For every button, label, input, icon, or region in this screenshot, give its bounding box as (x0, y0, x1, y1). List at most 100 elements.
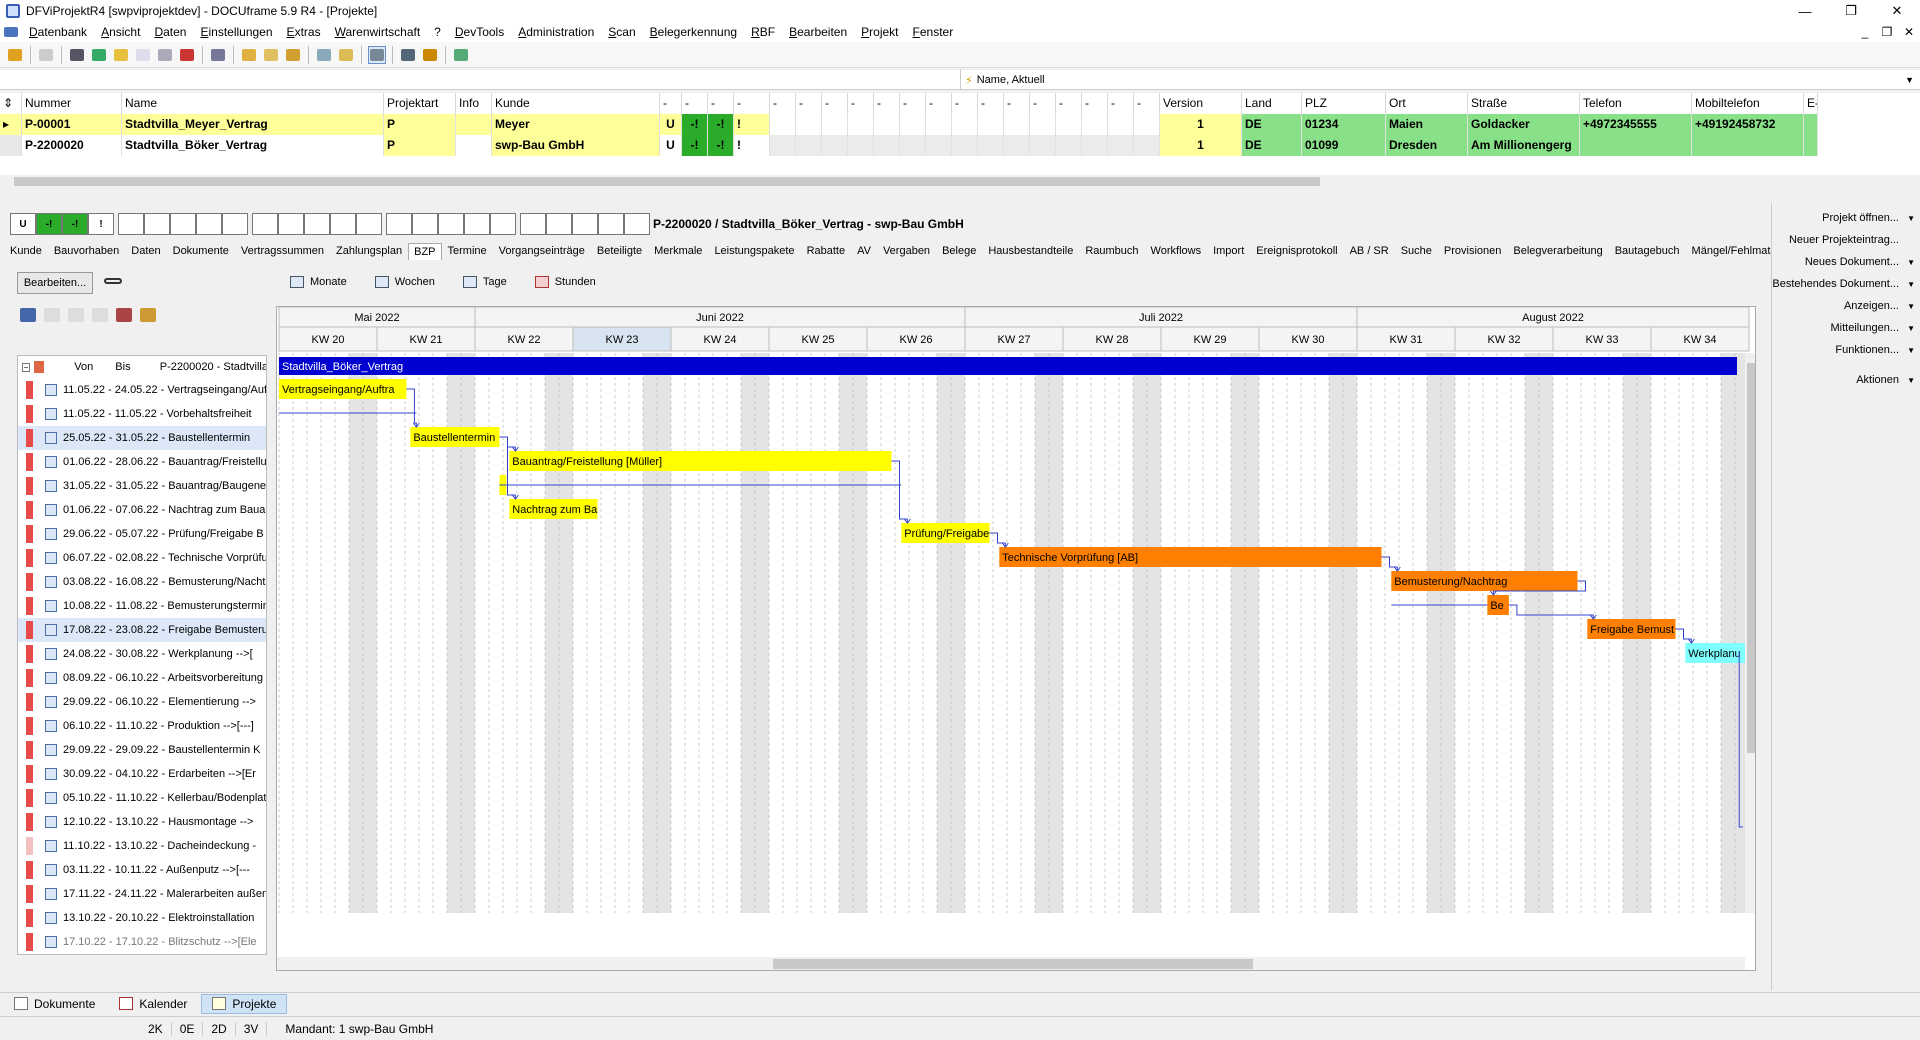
col-header-telefon[interactable]: Telefon (1580, 93, 1692, 114)
status-box[interactable] (490, 213, 516, 235)
tab-ereignisprotokoll[interactable]: Ereignisprotokoll (1250, 242, 1343, 260)
status-box[interactable] (304, 213, 330, 235)
col-header-u[interactable]: - (660, 93, 682, 114)
task-row[interactable]: 06.10.22 - 11.10.22 - Produktion -->[---… (18, 714, 266, 738)
status-box[interactable] (464, 213, 490, 235)
status-box[interactable] (356, 213, 382, 235)
col-header-e5[interactable]: - (874, 93, 900, 114)
table-row[interactable]: ▸ P-00001 Stadtvilla_Meyer_Vertrag P Meyer U -… (0, 114, 1818, 135)
row-indicator[interactable] (0, 135, 22, 156)
tab-leistungspakete[interactable]: Leistungspakete (708, 242, 800, 260)
minimize-button[interactable]: — (1782, 0, 1828, 22)
task-row[interactable]: 11.05.22 - 11.05.22 - Vorbehaltsfreiheit (18, 402, 266, 426)
tab-raumbuch[interactable]: Raumbuch (1079, 242, 1144, 260)
task-row[interactable]: 08.09.22 - 06.10.22 - Arbeitsvorbereitun… (18, 666, 266, 690)
menu-datenbank[interactable]: Datenbank (22, 25, 94, 39)
link-icon[interactable] (104, 278, 122, 284)
chevron-down-icon[interactable]: ▼ (1905, 75, 1914, 85)
tab-zahlungsplan[interactable]: Zahlungsplan (330, 242, 408, 260)
col-header-e13[interactable]: - (1082, 93, 1108, 114)
col-header-e3[interactable]: - (822, 93, 848, 114)
status-box[interactable]: -! (36, 213, 62, 235)
col-header-e14[interactable]: - (1108, 93, 1134, 114)
action-funktionen[interactable]: Funktionen... ▼ (1772, 339, 1920, 361)
col-header-ort[interactable]: Ort (1386, 93, 1468, 114)
menu-projekt[interactable]: Projekt (854, 25, 905, 39)
row-selector-header[interactable]: ⇕ (0, 93, 22, 114)
col-header-e2[interactable]: - (796, 93, 822, 114)
status-box[interactable]: ! (88, 213, 114, 235)
users-icon[interactable] (421, 46, 439, 64)
status-box[interactable] (438, 213, 464, 235)
col-header-e12[interactable]: - (1056, 93, 1082, 114)
collapse-icon[interactable]: − (22, 362, 30, 372)
task-row[interactable]: 17.10.22 - 17.10.22 - Blitzschutz -->[El… (18, 930, 266, 954)
view-icon[interactable] (368, 45, 386, 64)
view-stunden-button[interactable]: Stunden (534, 276, 596, 288)
table-icon[interactable] (92, 308, 108, 322)
mail-icon[interactable] (262, 46, 280, 64)
col-header-e10[interactable]: - (1004, 93, 1030, 114)
tab-workflows[interactable]: Workflows (1145, 242, 1208, 260)
open-icon[interactable] (6, 46, 24, 64)
card-icon[interactable] (68, 46, 86, 64)
task-row[interactable]: 01.06.22 - 28.06.22 - Bauantrag/Freistel… (18, 450, 266, 474)
menu-belegerkennung[interactable]: Belegerkennung (643, 25, 744, 39)
col-header-art[interactable]: Projektart (384, 93, 456, 114)
menu-devtools[interactable]: DevTools (448, 25, 511, 39)
new-folder-icon[interactable] (240, 46, 258, 64)
col-header-e4[interactable]: - (848, 93, 874, 114)
tab-merkmale[interactable]: Merkmale (648, 242, 708, 260)
task-row[interactable]: 29.06.22 - 05.07.22 - Prüfung/Freigabe B (18, 522, 266, 546)
col-header-e9[interactable]: - (978, 93, 1004, 114)
col-header-e11[interactable]: - (1030, 93, 1056, 114)
status-box[interactable] (118, 213, 144, 235)
col-header-e1[interactable]: - (770, 93, 796, 114)
status-box[interactable] (170, 213, 196, 235)
tab-belege[interactable]: Belege (936, 242, 982, 260)
tab-vorgangseinträge[interactable]: Vorgangseinträge (493, 242, 591, 260)
task-row[interactable]: 13.10.22 - 20.10.22 - Elektroinstallatio… (18, 906, 266, 930)
mdi-minimize-button[interactable]: _ (1854, 25, 1876, 39)
tab-ab-sr[interactable]: AB / SR (1344, 242, 1395, 260)
menu-einstellungen[interactable]: Einstellungen (193, 25, 279, 39)
outline-icon[interactable] (20, 308, 36, 322)
task-row[interactable]: 11.10.22 - 13.10.22 - Dacheindeckung - (18, 834, 266, 858)
task-row[interactable]: 30.09.22 - 04.10.22 - Erdarbeiten -->[Er (18, 762, 266, 786)
status-box[interactable] (330, 213, 356, 235)
task-row[interactable]: 05.10.22 - 11.10.22 - Kellerbau/Bodenpla… (18, 786, 266, 810)
task-row[interactable]: 29.09.22 - 29.09.22 - Baustellentermin K (18, 738, 266, 762)
phone-icon[interactable] (209, 46, 227, 64)
tab-bauvorhaben[interactable]: Bauvorhaben (48, 242, 125, 260)
task-row[interactable]: 25.05.22 - 31.05.22 - Baustellentermin (18, 426, 266, 450)
bearbeiten-button[interactable]: Bearbeiten... (17, 272, 93, 294)
status-box[interactable] (386, 213, 412, 235)
menu-help[interactable]: ? (427, 25, 448, 39)
col-header-e16[interactable]: E- (1804, 93, 1818, 114)
gantt-canvas[interactable]: Mai 2022 Juni 2022 Juli 2022 August 2022KW … (277, 307, 1756, 971)
task-row[interactable]: 10.08.22 - 11.08.22 - Bemusterungstermin (18, 594, 266, 618)
action-neuer-projekteintrag[interactable]: Neuer Projekteintrag... (1772, 229, 1920, 251)
menu-daten[interactable]: Daten (147, 25, 193, 39)
col-header-version[interactable]: Version (1160, 93, 1242, 114)
close-button[interactable]: ✕ (1874, 0, 1920, 22)
task-row[interactable]: 17.08.22 - 23.08.22 - Freigabe Bemusteru… (18, 618, 266, 642)
menu-extras[interactable]: Extras (280, 25, 328, 39)
row-indicator[interactable]: ▸ (0, 114, 22, 135)
task-row[interactable]: 31.05.22 - 31.05.22 - Bauantrag/Baugeneh… (18, 474, 266, 498)
tab-kunde[interactable]: Kunde (4, 242, 48, 260)
tools-icon[interactable] (399, 46, 417, 64)
filter-selector[interactable]: ⚡ Name, Aktuell ▼ (960, 70, 1920, 90)
calendar-icon[interactable] (178, 46, 196, 64)
col-header-f1[interactable]: - (682, 93, 708, 114)
grid-horizontal-scrollbar[interactable] (0, 175, 1920, 188)
search-icon[interactable] (315, 46, 333, 64)
tab-vergaben[interactable]: Vergaben (877, 242, 936, 260)
status-box[interactable] (624, 213, 650, 235)
view-monate-button[interactable]: Monate (290, 276, 347, 288)
task-row[interactable]: 29.09.22 - 06.10.22 - Elementierung --> (18, 690, 266, 714)
mdi-restore-button[interactable]: ❐ (1876, 25, 1898, 39)
search-folder-icon[interactable] (337, 46, 355, 64)
link-task-icon[interactable] (116, 308, 132, 322)
task-row[interactable]: 03.08.22 - 16.08.22 - Bemusterung/Nachtr… (18, 570, 266, 594)
